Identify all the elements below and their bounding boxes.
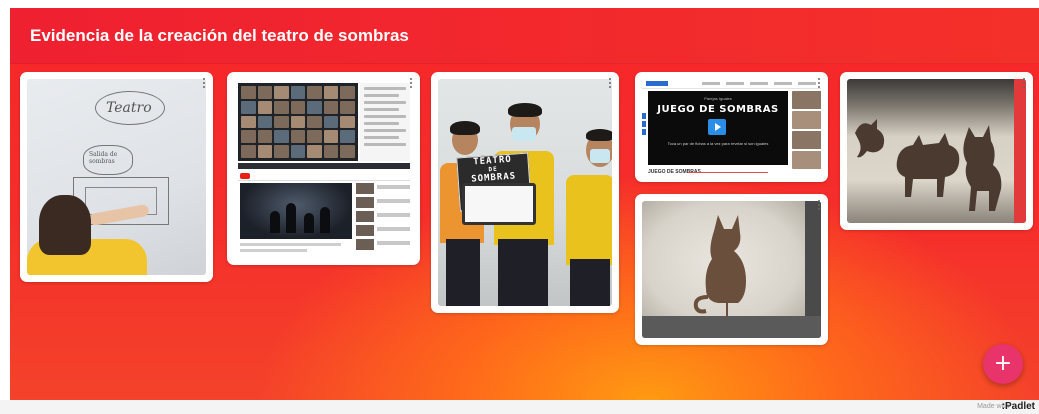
post-image-animals-shadow[interactable] bbox=[847, 79, 1026, 223]
shadow-video-player bbox=[240, 183, 352, 239]
related-videos bbox=[356, 183, 410, 258]
post-menu-icon[interactable] bbox=[605, 76, 615, 90]
participants-panel bbox=[360, 83, 410, 161]
game-hint: Toca un par de fichas a la vez para reve… bbox=[667, 141, 769, 146]
post-image-whiteboard[interactable]: Teatro Salida de sombras bbox=[27, 79, 206, 275]
game-stage: Parejas Iguales JUEGO DE SOMBRAS Toca un… bbox=[648, 91, 788, 165]
post-card-game[interactable]: Parejas Iguales JUEGO DE SOMBRAS Toca un… bbox=[635, 72, 828, 182]
footer: Made with :Padlet bbox=[0, 400, 1039, 414]
play-icon bbox=[708, 119, 726, 135]
padlet-board: Evidencia de la creación del teatro de s… bbox=[10, 8, 1039, 400]
shadow-screen-box bbox=[462, 183, 536, 225]
call-toolbar bbox=[238, 163, 410, 169]
face-mask bbox=[590, 149, 610, 163]
face-mask bbox=[512, 127, 536, 141]
post-card-video-call[interactable] bbox=[227, 72, 420, 265]
post-menu-icon[interactable] bbox=[1019, 76, 1029, 90]
whiteboard-text: Teatro bbox=[106, 100, 152, 116]
youtube-header bbox=[238, 171, 410, 181]
post-card-cat-shadow[interactable] bbox=[635, 194, 828, 345]
game-site-header bbox=[642, 79, 821, 89]
post-image-video-call[interactable] bbox=[234, 79, 413, 258]
youtube-logo-icon bbox=[240, 173, 250, 179]
share-icons bbox=[642, 113, 646, 137]
video-call-grid bbox=[238, 83, 358, 161]
post-menu-icon[interactable] bbox=[814, 198, 824, 212]
student-hair bbox=[39, 195, 91, 255]
student-right bbox=[566, 175, 612, 265]
whiteboard-bubble: Salida de sombras bbox=[83, 145, 133, 175]
video-meta bbox=[240, 243, 352, 255]
board-title: Evidencia de la creación del teatro de s… bbox=[30, 26, 409, 45]
padlet-logo[interactable]: :Padlet bbox=[1002, 401, 1035, 412]
post-menu-icon[interactable] bbox=[406, 76, 416, 90]
site-logo-icon bbox=[646, 81, 668, 86]
post-image-cat-shadow[interactable] bbox=[642, 201, 821, 338]
post-card-students-sign[interactable]: TEATRO DE SOMBRAS bbox=[431, 72, 619, 313]
post-menu-icon[interactable] bbox=[199, 76, 209, 90]
game-info-bar: JUEGO DE SOMBRAS bbox=[648, 167, 788, 175]
post-menu-icon[interactable] bbox=[814, 76, 824, 90]
post-image-game[interactable]: Parejas Iguales JUEGO DE SOMBRAS Toca un… bbox=[642, 79, 821, 175]
post-card-whiteboard[interactable]: Teatro Salida de sombras bbox=[20, 72, 213, 282]
board-header: Evidencia de la creación del teatro de s… bbox=[10, 8, 1039, 64]
whiteboard-cloud: Teatro bbox=[95, 91, 165, 125]
add-post-button[interactable]: + bbox=[983, 344, 1023, 384]
whiteboard-bubble-text: Salida de sombras bbox=[89, 151, 118, 165]
post-image-students-sign[interactable]: TEATRO DE SOMBRAS bbox=[438, 79, 612, 306]
animal-silhouettes bbox=[855, 119, 1002, 211]
post-card-animals-shadow[interactable] bbox=[840, 72, 1033, 230]
participant-thumbnails bbox=[792, 91, 821, 171]
game-title: JUEGO DE SOMBRAS bbox=[657, 104, 779, 115]
game-subtitle: Parejas Iguales bbox=[704, 96, 732, 101]
